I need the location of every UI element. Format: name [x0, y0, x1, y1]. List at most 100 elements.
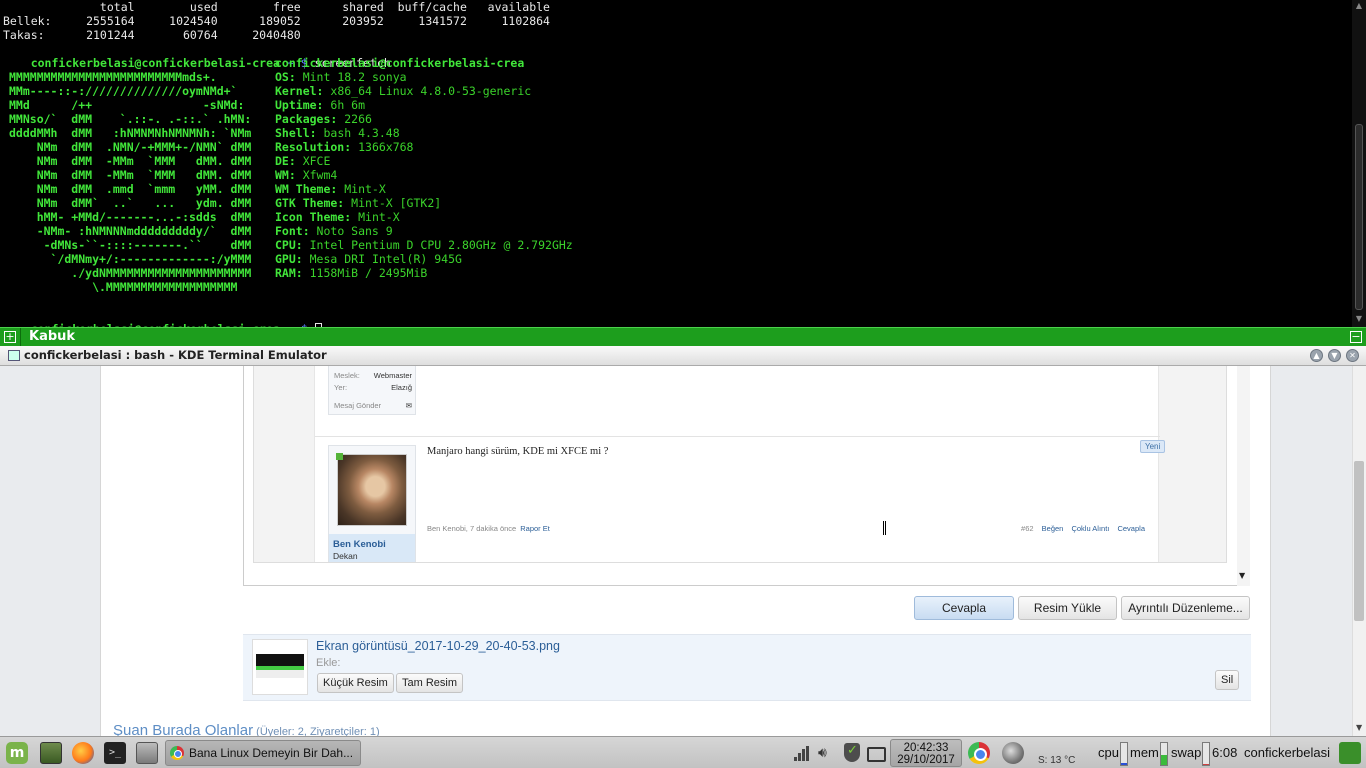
thread-preview[interactable]: Meslek: Webmaster Yer: Elazığ Mesaj Gönd…	[253, 366, 1227, 563]
info-value: bash 4.3.48	[316, 126, 400, 140]
logo-line: \.MMMMMMMMMMMMMMMMMMM	[9, 280, 238, 294]
new-badge: Yeni	[1140, 440, 1166, 453]
attachment-filename[interactable]: Ekran görüntüsü_2017-10-29_20-40-53.png	[316, 639, 560, 653]
preview-outer-scrollbar[interactable]: ▼	[1237, 366, 1250, 586]
info-key: WM:	[275, 168, 296, 182]
online-status-icon	[336, 453, 343, 460]
info-key: Packages:	[275, 112, 338, 126]
scroll-up-arrow-icon[interactable]: ▲	[1355, 2, 1363, 10]
author-card: Ben Kenobi Dekan	[328, 445, 416, 562]
logo-line: NMm dMM .mmd `mmm yMM. dMM	[9, 182, 252, 196]
mem-header: total used free shared buff/cache availa…	[3, 0, 550, 14]
info-line: GPU: Mesa DRI Intel(R) 945G	[275, 252, 462, 266]
username[interactable]: confickerbelasi	[1244, 745, 1330, 760]
network-signal-icon[interactable]	[793, 742, 809, 764]
terminal-window-titlebar[interactable]: confickerbelasi : bash - KDE Terminal Em…	[0, 346, 1366, 366]
scroll-down-arrow-icon[interactable]: ▼	[1356, 723, 1362, 732]
avatar[interactable]	[337, 454, 407, 526]
info-line: WM: Xfwm4	[275, 168, 337, 182]
power-icon[interactable]	[867, 742, 886, 764]
terminal-icon[interactable]: >_	[104, 742, 126, 764]
prompt-user: confickerbelasi@confickerbelasi-crea	[30, 56, 280, 70]
full-image-button[interactable]: Tam Resim	[396, 673, 464, 693]
terminal-output[interactable]: total used free shared buff/cache availa…	[0, 0, 1366, 327]
konsole-icon	[8, 350, 20, 361]
update-shield-icon[interactable]	[843, 742, 861, 764]
info-key: Icon Theme:	[275, 210, 352, 224]
info-value: Mesa DRI Intel(R) 945G	[302, 252, 462, 266]
taskbar-window-title: Bana Linux Demeyin Bir Dah...	[189, 746, 354, 760]
mint-menu-icon[interactable]: m	[6, 742, 28, 764]
info-key: GTK Theme:	[275, 196, 345, 210]
clock[interactable]: 20:42:33 29/10/2017	[890, 739, 962, 767]
window-minimize-button[interactable]: ▼	[1328, 349, 1341, 362]
attachment-thumbnail[interactable]	[252, 639, 308, 695]
chrome-tray-icon[interactable]	[968, 742, 990, 764]
thumbnail-button[interactable]: Küçük Resim	[317, 673, 394, 693]
tab-kabuk[interactable]: Kabuk	[20, 328, 83, 346]
info-key: DE:	[275, 154, 296, 168]
clock-date: 29/10/2017	[897, 754, 955, 766]
delete-attachment-button[interactable]: Sil	[1215, 670, 1240, 690]
report-link[interactable]: Rapor Et	[520, 524, 550, 533]
insert-label: Ekle:	[316, 657, 341, 669]
info-line: Uptime: 6h 6m	[275, 98, 365, 112]
terminal-scroll-thumb[interactable]	[1355, 124, 1363, 310]
weather-icon[interactable]	[1002, 742, 1024, 764]
user-field-job: Meslek: Webmaster	[334, 371, 412, 380]
info-line: Font: Noto Sans 9	[275, 224, 393, 238]
browser-scroll-thumb[interactable]	[1354, 461, 1364, 621]
swap-meter[interactable]	[1202, 742, 1210, 766]
cpu-meter[interactable]	[1120, 742, 1128, 766]
info-title: confickerbelasi@confickerbelasi-crea	[275, 56, 525, 70]
uptime: 6:08	[1212, 745, 1238, 760]
post-number[interactable]: #62	[1021, 524, 1034, 533]
window-keep-above-button[interactable]: ▲	[1310, 349, 1323, 362]
author-name[interactable]: Ben Kenobi	[333, 539, 386, 550]
prompt-line-active[interactable]: confickerbelasi@confickerbelasi-crea ~ $	[3, 308, 322, 327]
info-line: WM Theme: Mint-X	[275, 182, 386, 196]
collapse-terminal-button[interactable]: −	[1350, 331, 1362, 343]
reply-button[interactable]: Cevapla	[914, 596, 1014, 620]
quote-reply-link[interactable]: Cevapla	[1117, 524, 1145, 533]
show-desktop-icon[interactable]	[40, 742, 62, 764]
info-value: Xfwm4	[295, 168, 338, 182]
terminal-tab-bar: + Kabuk −	[0, 327, 1366, 346]
post-divider	[315, 436, 1160, 437]
logo-line: ./ydNMMMMMMMMMMMMMMMMMMMMM	[9, 266, 252, 280]
info-value: 1158MiB / 2495MiB	[302, 266, 428, 280]
info-key: Resolution:	[275, 140, 352, 154]
window-close-button[interactable]: ✕	[1346, 349, 1359, 362]
new-tab-button[interactable]: +	[4, 331, 16, 343]
file-manager-icon[interactable]	[136, 742, 158, 764]
info-value: 1366x768	[351, 140, 414, 154]
info-key: Font:	[275, 224, 310, 238]
send-message-link[interactable]: Mesaj Gönder ✉	[334, 401, 412, 411]
upload-image-button[interactable]: Resim Yükle	[1018, 596, 1117, 620]
like-link[interactable]: Beğen	[1042, 524, 1064, 533]
info-key: RAM:	[275, 266, 303, 280]
taskbar-window-button[interactable]: Bana Linux Demeyin Bir Dah...	[165, 740, 361, 766]
browser-viewport[interactable]: Meslek: Webmaster Yer: Elazığ Mesaj Gönd…	[0, 366, 1366, 736]
logo-line: ddddMMh dMM :hNMNMNhNMNMNh: `NMm	[9, 126, 252, 140]
multi-quote-link[interactable]: Çoklu Alıntı	[1071, 524, 1109, 533]
info-key: Kernel:	[275, 84, 324, 98]
info-line: Shell: bash 4.3.48	[275, 126, 400, 140]
firefox-icon[interactable]	[72, 742, 94, 764]
info-value: Mint-X	[337, 182, 386, 196]
terminal-scrollbar[interactable]: ▲ ▼	[1352, 0, 1366, 327]
scroll-down-arrow-icon[interactable]: ▼	[1239, 571, 1245, 580]
scroll-down-arrow-icon[interactable]: ▼	[1355, 315, 1363, 323]
info-value: Mint 18.2 sonya	[295, 70, 407, 84]
online-users-heading[interactable]: Şuan Burada Olanlar (Üyeler: 2, Ziyaretç…	[113, 722, 380, 736]
cpu-label: cpu	[1098, 745, 1119, 760]
info-line: Packages: 2266	[275, 112, 372, 126]
wifi-icon[interactable]	[1339, 742, 1361, 764]
volume-icon[interactable]: 🔊︎	[818, 742, 836, 764]
advanced-edit-button[interactable]: Ayrıntılı Düzenleme...	[1121, 596, 1250, 620]
mem-meter[interactable]	[1160, 742, 1168, 766]
browser-scrollbar[interactable]: ▼	[1352, 366, 1366, 736]
info-value: 6h 6m	[323, 98, 366, 112]
envelope-icon: ✉	[405, 401, 412, 410]
taskbar: m >_ Bana Linux Demeyin Bir Dah... 🔊︎ 20…	[0, 736, 1366, 768]
